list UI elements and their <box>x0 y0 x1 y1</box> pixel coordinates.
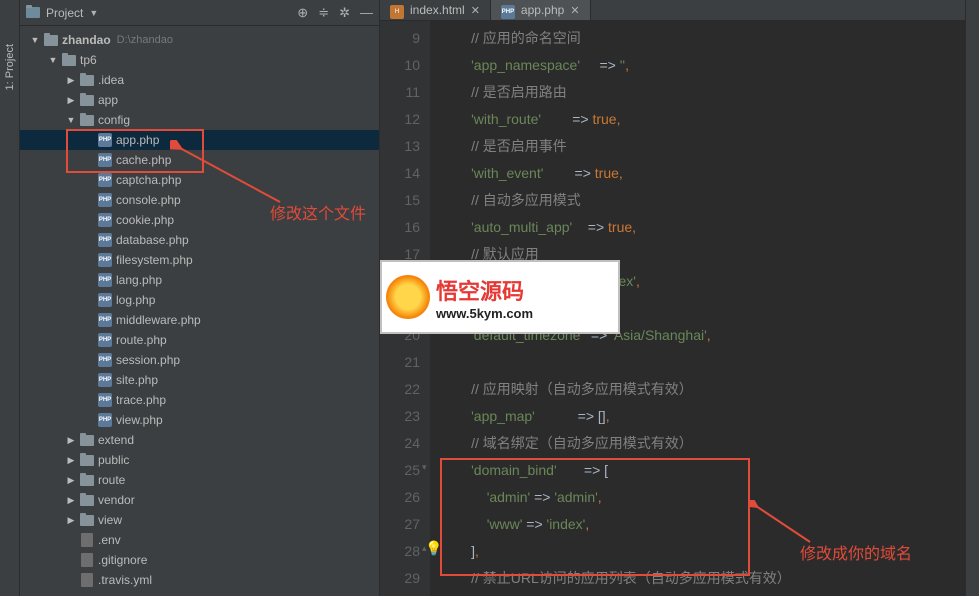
sidebar-header: Project ▼ ⊕ ≑ ✲ — <box>20 0 379 26</box>
gear-icon[interactable]: ✲ <box>339 5 350 21</box>
php-file-icon: PHP <box>501 2 515 19</box>
tree-root[interactable]: ▼ zhandao D:\zhandao <box>20 30 379 50</box>
tree-public[interactable]: ▶public <box>20 450 379 470</box>
tree-file-cookie-php[interactable]: PHPcookie.php <box>20 210 379 230</box>
tree-file-captcha-php[interactable]: PHPcaptcha.php <box>20 170 379 190</box>
tree-route[interactable]: ▶route <box>20 470 379 490</box>
tree-config-folder[interactable]: ▼ config <box>20 110 379 130</box>
line-gutter: 9101112131415161718192021222324252627282… <box>380 21 430 596</box>
editor-scrollbar[interactable] <box>965 0 979 596</box>
minimize-icon[interactable]: — <box>360 5 373 20</box>
tree-file-site-php[interactable]: PHPsite.php <box>20 370 379 390</box>
tree-tp6[interactable]: ▼ tp6 <box>20 50 379 70</box>
tree-file-database-php[interactable]: PHPdatabase.php <box>20 230 379 250</box>
expand-icon[interactable]: ≑ <box>318 5 329 21</box>
tree-idea[interactable]: ▶ .idea <box>20 70 379 90</box>
tree-extend[interactable]: ▶extend <box>20 430 379 450</box>
code-editor[interactable]: 9101112131415161718192021222324252627282… <box>380 21 965 596</box>
tree-file-lang-php[interactable]: PHPlang.php <box>20 270 379 290</box>
tree--gitignore[interactable]: .gitignore <box>20 550 379 570</box>
sidebar-title-text: Project <box>46 6 83 20</box>
left-tool-gutter: 1: Project <box>0 0 20 596</box>
tree-file-trace-php[interactable]: PHPtrace.php <box>20 390 379 410</box>
tree-file-log-php[interactable]: PHPlog.php <box>20 290 379 310</box>
tree-file-middleware-php[interactable]: PHPmiddleware.php <box>20 310 379 330</box>
html-file-icon: H <box>390 2 404 19</box>
project-tree[interactable]: ▼ zhandao D:\zhandao ▼ tp6 ▶ .idea ▶ app… <box>20 26 379 596</box>
tab-app-php[interactable]: PHPapp.php✕ <box>491 0 591 20</box>
tree-file-route-php[interactable]: PHProute.php <box>20 330 379 350</box>
tree-file-app-php[interactable]: PHPapp.php <box>20 130 379 150</box>
tree-file-cache-php[interactable]: PHPcache.php <box>20 150 379 170</box>
project-sidebar: Project ▼ ⊕ ≑ ✲ — ▼ zhandao D:\zhandao ▼… <box>20 0 380 596</box>
project-icon <box>26 7 40 18</box>
tree-file-filesystem-php[interactable]: PHPfilesystem.php <box>20 250 379 270</box>
tree-view[interactable]: ▶view <box>20 510 379 530</box>
locate-icon[interactable]: ⊕ <box>297 5 308 21</box>
close-icon[interactable]: ✕ <box>471 4 480 17</box>
dropdown-icon[interactable]: ▼ <box>89 8 98 18</box>
project-tool-button[interactable]: 1: Project <box>4 40 16 94</box>
tree-vendor[interactable]: ▶vendor <box>20 490 379 510</box>
editor-tabs: Hindex.html✕PHPapp.php✕ <box>380 0 965 21</box>
tab-index-html[interactable]: Hindex.html✕ <box>380 0 491 20</box>
tree-app-folder[interactable]: ▶ app <box>20 90 379 110</box>
tree-file-session-php[interactable]: PHPsession.php <box>20 350 379 370</box>
tree--travis-yml[interactable]: .travis.yml <box>20 570 379 590</box>
editor-area: Hindex.html✕PHPapp.php✕ 9101112131415161… <box>380 0 965 596</box>
tree-file-view-php[interactable]: PHPview.php <box>20 410 379 430</box>
close-icon[interactable]: ✕ <box>570 4 579 17</box>
tree--env[interactable]: .env <box>20 530 379 550</box>
intention-bulb-icon[interactable]: 💡 <box>425 540 442 557</box>
tree-file-console-php[interactable]: PHPconsole.php <box>20 190 379 210</box>
